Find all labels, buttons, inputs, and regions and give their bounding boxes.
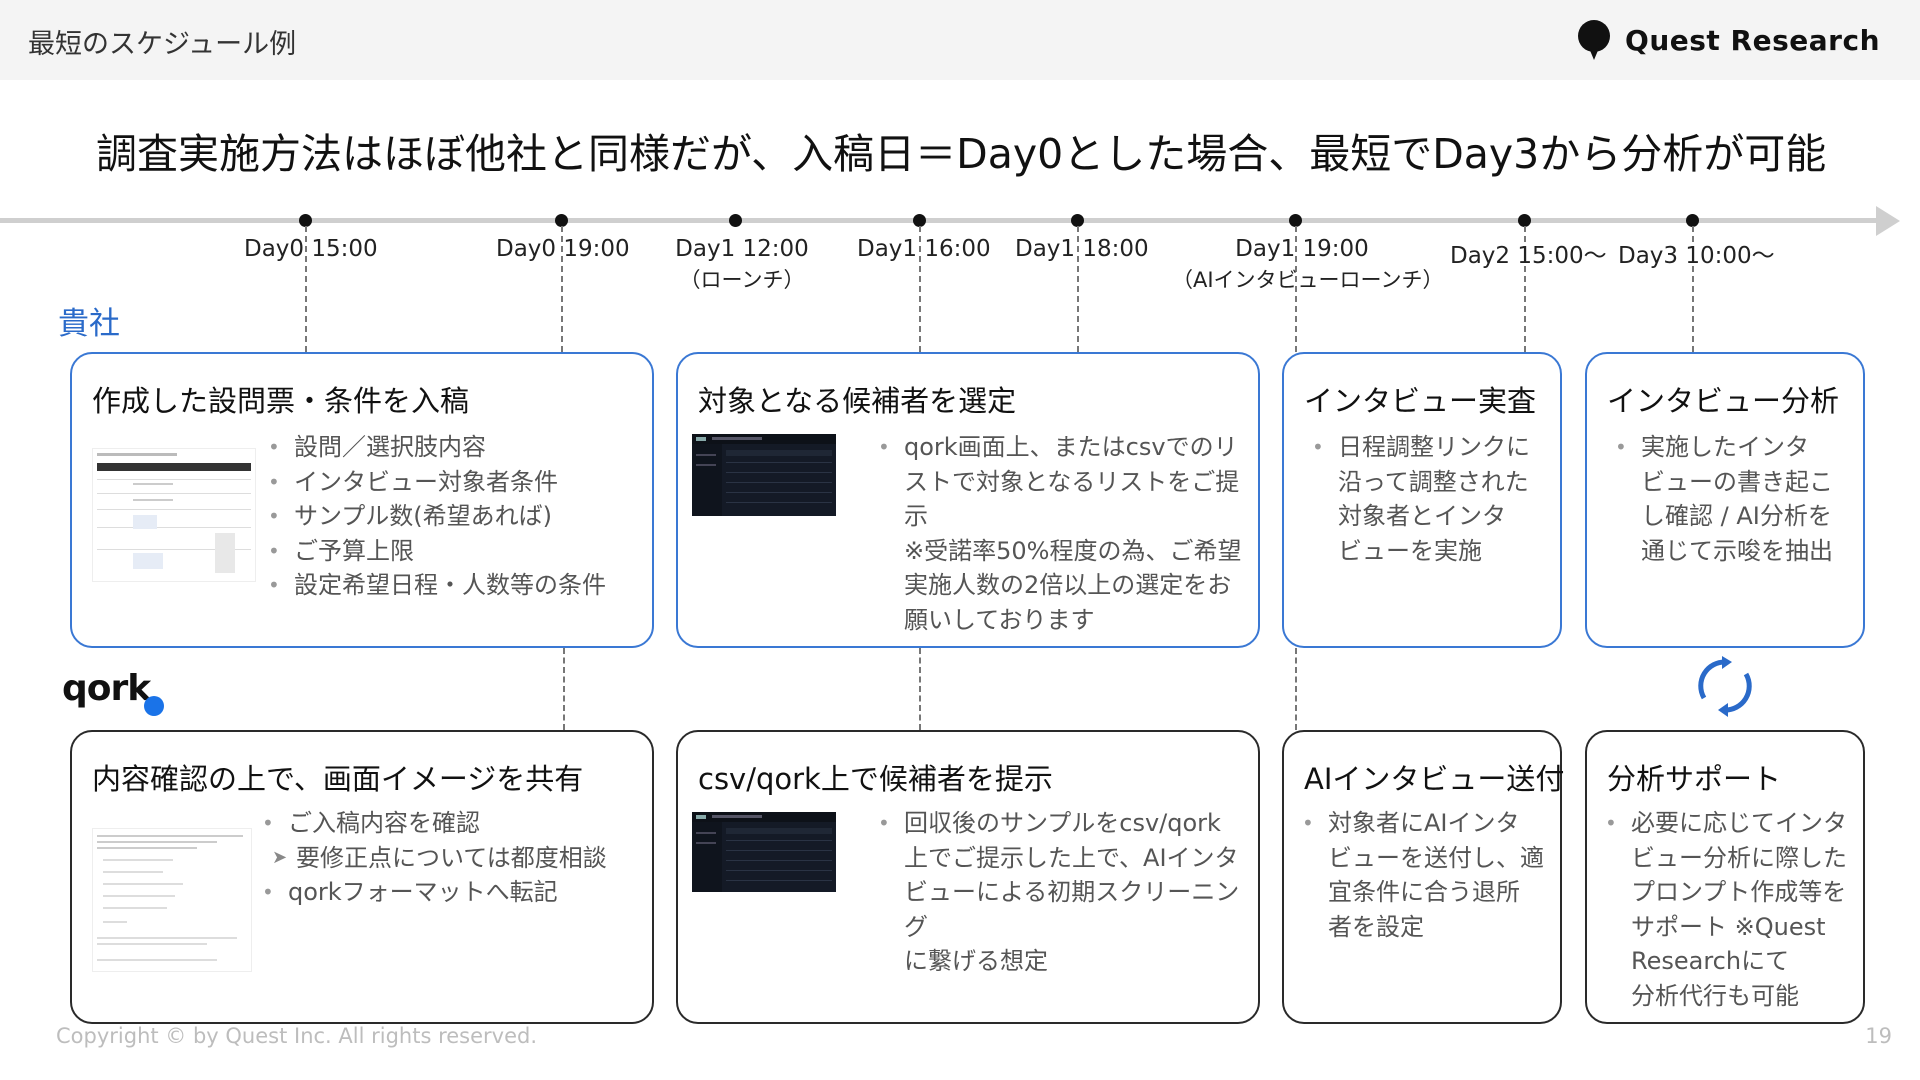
card-title: 対象となる候補者を選定 xyxy=(698,384,1017,418)
brand: Quest Research xyxy=(1577,18,1880,62)
bullet-item: サポート ※Quest xyxy=(1631,912,1826,941)
bullet-item: ビューを実施 xyxy=(1338,536,1482,565)
timeline-label: Day1 18:00 xyxy=(1015,236,1149,262)
bullet-item: ご入稿内容を確認 xyxy=(262,806,607,841)
card-bullets: qork画面上、またはcsvでのリ ストで対象となるリストをご提示 ※受諾率50… xyxy=(878,430,1258,637)
bullet-item: 設定希望日程・人数等の条件 xyxy=(268,568,606,603)
card-title: AIインタビュー送付 xyxy=(1304,762,1565,796)
qork-logo: qork xyxy=(62,668,164,716)
bullet-item: し確認 / AI分析を xyxy=(1641,502,1832,530)
bullet-item: 対象者にAIインタ xyxy=(1302,806,1544,841)
timeline-connector xyxy=(1295,648,1297,730)
timeline-dot xyxy=(729,214,742,227)
bullet-item: 実施人数の2倍以上の選定をお xyxy=(904,571,1232,599)
brand-name: Quest Research xyxy=(1625,23,1880,57)
bullet-item: サンプル数(希望あれば) xyxy=(268,499,606,534)
card-title: インタビュー分析 xyxy=(1607,384,1840,418)
timeline-connector xyxy=(563,648,565,730)
bullet-item: ※受諾率50%程度の為、ご希望 xyxy=(904,536,1242,565)
timeline-arrow xyxy=(0,218,1880,223)
page-number: 19 xyxy=(1865,1024,1892,1048)
card-title: 内容確認の上で、画面イメージを共有 xyxy=(92,762,584,796)
bullet-item: 者を設定 xyxy=(1328,912,1424,941)
screen-image-thumbnail xyxy=(92,828,252,972)
bullet-item: Researchにて xyxy=(1631,947,1790,975)
client-card-interview: インタビュー実査 日程調整リンクに 沿って調整された 対象者とインタ ビューを実… xyxy=(1282,352,1562,648)
bullet-item: 対象者とインタ xyxy=(1338,502,1506,530)
dashboard-preview-icon xyxy=(692,812,836,892)
timeline-sublabel: （AIインタビューローンチ） xyxy=(1172,268,1444,292)
bullet-subitem: 要修正点については都度相談 xyxy=(262,841,607,876)
bullet-item: 沿って調整された xyxy=(1338,467,1529,496)
timeline-label: Day1 12:00 （ローンチ） xyxy=(672,236,812,294)
qork-screen-thumbnail xyxy=(692,812,836,892)
top-bar: 最短のスケジュール例 Quest Research xyxy=(0,0,1920,80)
qork-screen-thumbnail xyxy=(692,434,836,516)
cycle-arrows-icon xyxy=(1698,656,1752,717)
card-bullets: 対象者にAIインタ ビューを送付し、適 宜条件に合う退所 者を設定 xyxy=(1302,806,1544,944)
timeline-label: Day2 15:00～ xyxy=(1450,243,1607,269)
bullet-item: qork画面上、またはcsvでのリ xyxy=(878,430,1258,465)
bullet-item: 願いしております xyxy=(904,605,1095,634)
timeline-label: Day3 10:00～ xyxy=(1618,243,1775,269)
bullet-item: ご予算上限 xyxy=(268,534,606,569)
client-card-analysis: インタビュー分析 実施したインタ ビューの書き起こ し確認 / AI分析を 通じ… xyxy=(1585,352,1865,648)
qork-logo-dot-icon xyxy=(144,696,164,716)
bullet-item: ビュー分析に際した xyxy=(1631,843,1847,872)
card-title: 分析サポート xyxy=(1607,762,1782,796)
section-title: 最短のスケジュール例 xyxy=(28,29,297,60)
card-bullets: 日程調整リンクに 沿って調整された 対象者とインタ ビューを実施 xyxy=(1312,430,1530,568)
timeline-label: Day1 19:00 （AIインタビューローンチ） xyxy=(1172,236,1444,292)
card-title: csv/qork上で候補者を提示 xyxy=(698,762,1053,796)
card-bullets: ご入稿内容を確認 要修正点については都度相談 qorkフォーマットへ転記 xyxy=(262,806,607,910)
bullet-item: 実施したインタ xyxy=(1615,430,1833,465)
timeline-label: Day0 19:00 xyxy=(496,236,630,262)
bullet-item: qorkフォーマットへ転記 xyxy=(262,875,607,910)
bullet-item: ビューを送付し、適 xyxy=(1328,843,1544,872)
bullet-item: 必要に応じてインタ xyxy=(1605,806,1847,841)
card-bullets: 実施したインタ ビューの書き起こ し確認 / AI分析を 通じて示唆を抽出 xyxy=(1615,430,1833,568)
bullet-item: インタビュー対象者条件 xyxy=(268,465,606,500)
bullet-item: 設問／選択肢内容 xyxy=(268,430,606,465)
timeline-sublabel: （ローンチ） xyxy=(679,268,805,292)
qork-logo-text: qork xyxy=(62,668,151,709)
bullet-item: 分析代行も可能 xyxy=(1631,981,1799,1010)
bullet-item: プロンプト作成等を xyxy=(1631,878,1847,906)
timeline-label: Day1 16:00 xyxy=(857,236,991,262)
speech-bubble-logo-icon xyxy=(1578,20,1611,60)
bullet-item: 回収後のサンプルをcsv/qork xyxy=(878,806,1258,841)
client-card-selection: 対象となる候補者を選定 qork画面上、またはcsvでのリ ストで対象となるリス… xyxy=(676,352,1260,648)
page-headline: 調査実施方法はほぼ他社と同様だが、入稿日＝Day0とした場合、最短でDay3から… xyxy=(96,130,1827,178)
bullet-item: ストで対象となるリストをご提示 xyxy=(904,467,1240,531)
copyright: Copyright © by Quest Inc. All rights res… xyxy=(56,1024,538,1048)
card-title: インタビュー実査 xyxy=(1304,384,1537,418)
client-card-submission: 作成した設問票・条件を入稿 設問／選択肢内容 インタビュー対象者条件 サンプル数… xyxy=(70,352,654,648)
card-bullets: 必要に応じてインタ ビュー分析に際した プロンプト作成等を サポート ※Ques… xyxy=(1605,806,1847,1013)
bullet-item: ビューによる初期スクリーニング xyxy=(904,878,1240,941)
questionnaire-thumbnail xyxy=(92,448,256,582)
bullet-item: 宜条件に合う退所 xyxy=(1328,878,1520,906)
timeline-label: Day0 15:00 xyxy=(244,236,378,262)
dashboard-preview-icon xyxy=(692,434,836,516)
card-bullets: 回収後のサンプルをcsv/qork 上でご提示した上で、AIインタ ビューによる… xyxy=(878,806,1258,979)
qork-card-ai-interview: AIインタビュー送付 対象者にAIインタ ビューを送付し、適 宜条件に合う退所 … xyxy=(1282,730,1565,1024)
qork-card-preview: 内容確認の上で、画面イメージを共有 ご入稿内容を確認 要修正点については都度相談… xyxy=(70,730,654,1024)
document-preview-icon xyxy=(97,453,251,573)
qork-card-candidates: csv/qork上で候補者を提示 回収後のサンプルをcsv/qork 上でご提示… xyxy=(676,730,1260,1024)
timeline-arrowhead-icon xyxy=(1876,206,1900,236)
client-row-label: 貴社 xyxy=(58,306,120,342)
bullet-item: 上でご提示した上で、AIインタ xyxy=(904,843,1239,872)
bullet-item: 通じて示唆を抽出 xyxy=(1641,536,1833,565)
document-preview-icon xyxy=(97,835,243,961)
bullet-item: 日程調整リンクに xyxy=(1312,430,1530,465)
bullet-item: に繋げる想定 xyxy=(904,947,1048,975)
card-bullets: 設問／選択肢内容 インタビュー対象者条件 サンプル数(希望あれば) ご予算上限 … xyxy=(268,430,606,603)
timeline-connector xyxy=(919,648,921,730)
bullet-item: ビューの書き起こ xyxy=(1641,467,1833,496)
qork-card-analysis-support: 分析サポート 必要に応じてインタ ビュー分析に際した プロンプト作成等を サポー… xyxy=(1585,730,1865,1024)
card-title: 作成した設問票・条件を入稿 xyxy=(92,384,470,418)
